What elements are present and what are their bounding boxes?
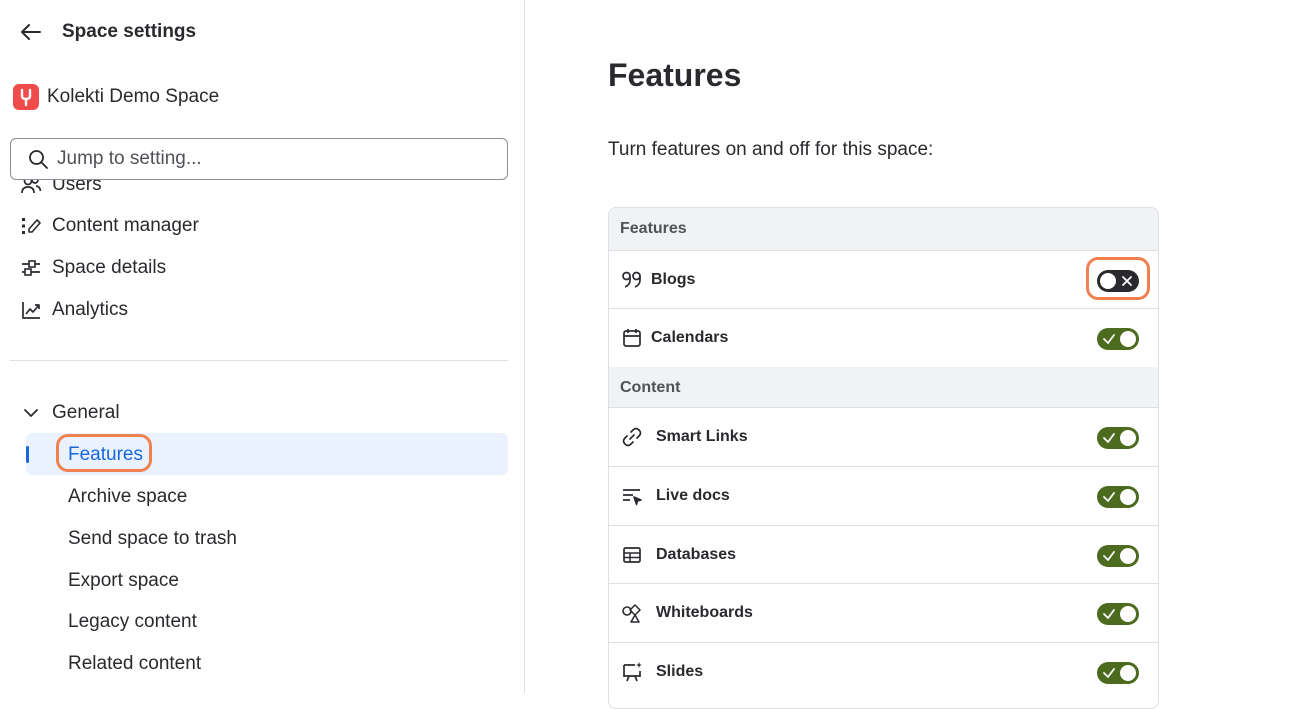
- sidebar-item-label: Content manager: [52, 215, 199, 236]
- sidebar-item-space-details[interactable]: Space details: [20, 251, 166, 285]
- sidebar-item-related-content[interactable]: Related content: [68, 653, 201, 675]
- toggle-check-icon: [1103, 609, 1115, 619]
- feature-row-slides: Slides: [609, 642, 1158, 701]
- toggle-knob: [1120, 665, 1136, 681]
- feature-label: Calendars: [651, 329, 729, 346]
- settings-sidebar: Space settings Kolekti Demo Space Users …: [0, 0, 525, 693]
- feature-row-live-docs: Live docs: [609, 466, 1158, 525]
- section-header-features: Features: [609, 208, 1158, 250]
- sidebar-group-general[interactable]: General: [20, 396, 120, 430]
- toggle-knob: [1120, 489, 1136, 505]
- sidebar-divider: [10, 360, 508, 361]
- live-docs-toggle[interactable]: [1097, 486, 1139, 508]
- whiteboards-toggle[interactable]: [1097, 603, 1139, 625]
- sliders-icon: [20, 257, 42, 279]
- page-description: Turn features on and off for this space:: [608, 139, 934, 160]
- feature-row-blogs: Blogs: [609, 250, 1158, 309]
- sidebar-item-send-to-trash[interactable]: Send space to trash: [68, 528, 237, 550]
- toggle-check-icon: [1103, 433, 1115, 443]
- search-input[interactable]: [57, 148, 477, 170]
- feature-row-smart-links: Smart Links: [609, 407, 1158, 466]
- page-title: Features: [608, 57, 742, 93]
- jump-to-setting-search[interactable]: [10, 138, 508, 180]
- section-header-content: Content: [609, 367, 1158, 409]
- calendars-toggle[interactable]: [1097, 328, 1139, 350]
- sidebar-item-label: Space details: [52, 257, 167, 278]
- toggle-knob: [1120, 606, 1136, 622]
- slides-icon: [621, 661, 643, 683]
- link-icon: [621, 426, 643, 448]
- search-icon: [27, 148, 49, 170]
- sidebar-item-archive-space[interactable]: Archive space: [68, 486, 187, 508]
- slides-toggle[interactable]: [1097, 662, 1139, 684]
- live-doc-icon: [621, 485, 643, 507]
- toggle-check-icon: [1103, 551, 1115, 561]
- sidebar-item-content-manager[interactable]: Content manager: [20, 209, 199, 243]
- annotation-highlight: [1086, 257, 1150, 300]
- feature-row-databases: Databases: [609, 525, 1158, 584]
- sidebar-item-export-space[interactable]: Export space: [68, 570, 179, 592]
- line-chart-icon: [20, 299, 42, 321]
- smart-links-toggle[interactable]: [1097, 427, 1139, 449]
- sidebar-item-analytics[interactable]: Analytics: [20, 293, 128, 327]
- toggle-check-icon: [1103, 668, 1115, 678]
- active-indicator: [26, 446, 29, 463]
- sidebar-title: Space settings: [62, 21, 197, 42]
- space-name: Kolekti Demo Space: [47, 86, 220, 107]
- quote-icon: [621, 269, 643, 291]
- feature-row-calendars: Calendars: [609, 308, 1158, 367]
- feature-label: Blogs: [651, 271, 696, 288]
- feature-label: Live docs: [656, 487, 730, 504]
- toggle-knob: [1120, 331, 1136, 347]
- space-logo: [13, 84, 39, 110]
- section-header-label: Features: [620, 220, 687, 237]
- chevron-down-icon: [20, 402, 42, 424]
- feature-label: Whiteboards: [656, 604, 753, 621]
- features-panel: Features Blogs Calendars Content Smart L…: [608, 207, 1159, 709]
- sidebar-item-features-label[interactable]: Features: [68, 444, 143, 466]
- calendar-icon: [621, 327, 643, 349]
- back-arrow-icon[interactable]: [18, 20, 44, 44]
- sidebar-item-legacy-content[interactable]: Legacy content: [68, 611, 197, 633]
- toggle-check-icon: [1103, 334, 1115, 344]
- toggle-knob: [1120, 430, 1136, 446]
- feature-label: Slides: [656, 663, 704, 680]
- group-label: General: [52, 402, 120, 423]
- database-icon: [621, 544, 643, 566]
- feature-label: Smart Links: [656, 428, 748, 445]
- section-header-label: Content: [620, 379, 681, 396]
- toggle-knob: [1120, 548, 1136, 564]
- content-manager-icon: [20, 215, 42, 237]
- feature-row-whiteboards: Whiteboards: [609, 583, 1158, 642]
- whiteboard-icon: [621, 602, 643, 624]
- databases-toggle[interactable]: [1097, 545, 1139, 567]
- sidebar-item-label: Analytics: [52, 299, 129, 320]
- feature-label: Databases: [656, 546, 737, 563]
- toggle-check-icon: [1103, 492, 1115, 502]
